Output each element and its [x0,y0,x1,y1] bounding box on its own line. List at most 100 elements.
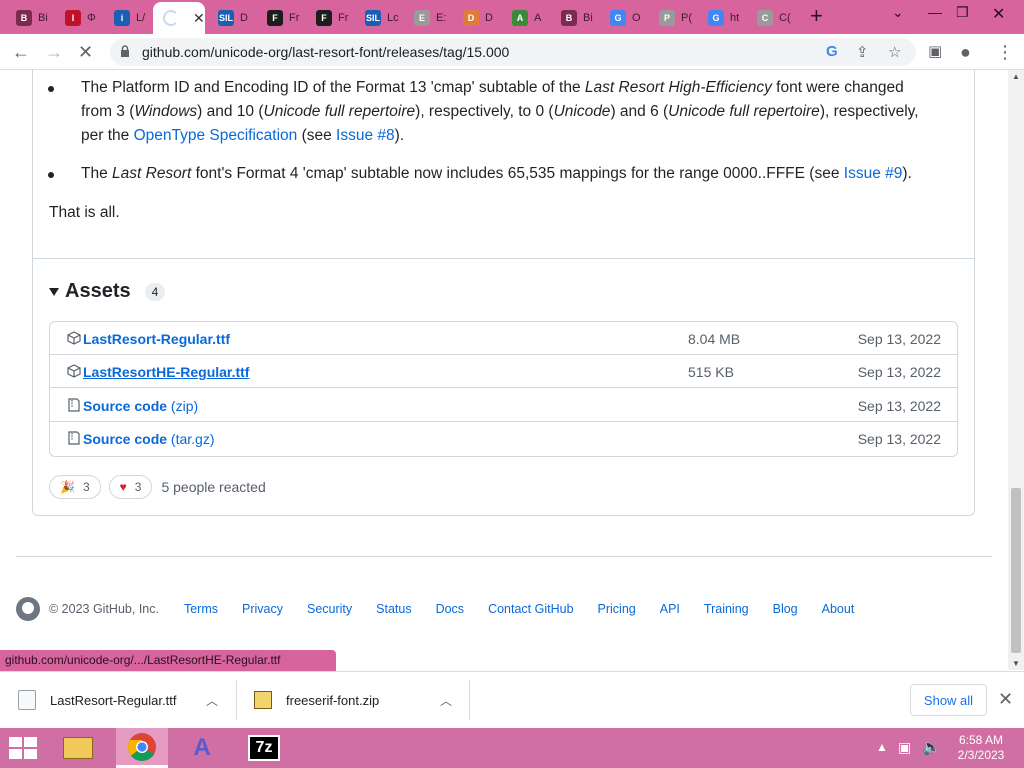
minimize-button[interactable]: — [928,4,942,20]
footer-link-api[interactable]: API [660,602,680,616]
footer-link-pricing[interactable]: Pricing [598,602,636,616]
windows-start-icon[interactable] [8,736,38,760]
network-icon[interactable]: ▣ [898,739,911,768]
copyright: © 2023 GitHub, Inc. [49,602,159,616]
footer-link-docs[interactable]: Docs [436,602,464,616]
browser-tab[interactable]: C C( [747,4,796,32]
browser-tab[interactable]: F Fr [306,4,355,32]
address-bar[interactable]: github.com/unicode-org/last-resort-font/… [110,38,916,66]
chevron-up-icon[interactable]: ︿ [440,692,452,709]
note-text: ) and 6 ( [610,103,669,120]
browser-tab[interactable]: i L/ [104,4,153,32]
browser-tab[interactable]: Ght [698,4,747,32]
footer-link-privacy[interactable]: Privacy [242,602,283,616]
download-item[interactable]: freeserif-font.zip ︿ [254,672,468,728]
scroll-down-arrow-icon[interactable]: ▼ [1012,659,1020,668]
download-separator [236,680,237,720]
file-explorer-icon[interactable] [52,728,104,768]
vertical-scrollbar[interactable]: ▲ ▼ [1008,70,1024,670]
bookmark-star-icon[interactable]: ☆ [888,43,901,61]
footer-link-blog[interactable]: Blog [773,602,798,616]
asset-size: 515 KB [688,364,734,380]
release-note-item: The Platform ID and Encoding ID of the F… [48,76,928,148]
font-file-icon [18,690,36,710]
forward-button[interactable]: → [45,42,63,62]
download-item[interactable]: LastResort-Regular.ttf ︿ [18,672,238,728]
asset-link[interactable]: LastResort-Regular.ttf [83,331,230,347]
download-shelf: LastResort-Regular.ttf ︿ freeserif-font.… [0,671,1024,728]
note-text: ). [902,165,912,182]
menu-kebab-icon[interactable]: ⋮ [996,42,1014,62]
footer-link-terms[interactable]: Terms [184,602,218,616]
show-all-downloads-button[interactable]: Show all [910,684,987,716]
browser-tab[interactable]: B Bi [551,4,600,32]
close-window-button[interactable]: ✕ [992,4,1005,24]
footer-link-contact-github[interactable]: Contact GitHub [488,602,573,616]
close-shelf-icon[interactable]: ✕ [998,689,1013,710]
assets-toggle[interactable]: Assets 4 [49,280,166,303]
browser-tab[interactable]: B Bi [6,4,55,32]
browser-tab[interactable]: SIL Lc [355,4,404,32]
browser-tab[interactable]: AA [502,4,551,32]
profile-avatar-icon[interactable]: ● [960,42,971,62]
browser-tab-active[interactable]: ✕ [153,2,205,34]
tab-favicon-icon: D [463,10,479,26]
chrome-taskbar-icon[interactable] [116,728,168,768]
browser-tab[interactable]: GO [600,4,649,32]
clock-date: 2/3/2023 [957,748,1005,762]
footer-divider [16,556,992,557]
browser-tab[interactable]: SIL D [208,4,257,32]
scrollbar-thumb[interactable] [1011,488,1021,653]
chevron-up-icon[interactable]: ︿ [206,692,218,709]
note-text: (see [297,127,337,144]
tab-title: Lc [387,12,399,24]
tab-title: A [534,12,542,24]
asset-date: Sep 13, 2022 [857,331,941,347]
chrome-icon [128,732,156,761]
footer-link-about[interactable]: About [822,602,855,616]
note-emphasis: Unicode [553,103,611,120]
volume-icon[interactable]: 🔈 [922,738,941,768]
browser-tab[interactable]: F Fr [257,4,306,32]
browser-tab[interactable]: P P( [649,4,698,32]
tab-favicon-icon: G [610,10,626,26]
assets-heading: Assets [65,280,131,302]
reaction-tada-button[interactable]: 🎉 3 [49,475,101,499]
asset-name: Source code [83,398,168,414]
browser-tab[interactable]: DD [453,4,502,32]
scroll-up-arrow-icon[interactable]: ▲ [1012,72,1020,81]
tab-title: Fr [338,12,349,24]
back-button[interactable]: ← [12,42,30,62]
tray-overflow-icon[interactable]: ▲ [876,740,888,768]
side-panel-icon[interactable]: ▣ [928,42,942,62]
asset-link[interactable]: Source code (tar.gz) [83,431,215,447]
page-content: The Platform ID and Encoding ID of the F… [0,70,1008,670]
close-tab-icon[interactable]: ✕ [193,10,205,27]
release-note-item: The Last Resort font's Format 4 'cmap' s… [48,162,928,186]
footer-link-status[interactable]: Status [376,602,411,616]
opentype-spec-link[interactable]: OpenType Specification [134,127,298,144]
browser-tab[interactable]: E E: [404,4,453,32]
browser-tab[interactable]: IΦ [55,4,104,32]
font-app-icon[interactable]: A [176,728,228,768]
issue-8-link[interactable]: Issue #8 [336,127,395,144]
system-clock[interactable]: 6:58 AM 2/3/2023 [945,733,1017,763]
google-translate-icon[interactable]: G [826,43,838,60]
issue-9-link[interactable]: Issue #9 [844,165,903,182]
new-tab-button[interactable]: + [810,5,823,27]
github-logo-icon[interactable] [16,597,40,621]
7zip-icon[interactable]: 7z [238,728,290,768]
zip-archive-icon [254,691,272,709]
tab-title: Fr [289,12,300,24]
restore-button[interactable]: ❐ [956,4,969,21]
reaction-heart-button[interactable]: ♥ 3 [108,475,153,499]
tab-search-icon[interactable]: ⌄ [892,4,904,21]
asset-link[interactable]: Source code (zip) [83,398,198,414]
footer-link-security[interactable]: Security [307,602,352,616]
release-note-text: The Last Resort font's Format 4 'cmap' s… [81,162,928,186]
share-icon[interactable]: ⇪ [856,43,869,61]
footer-link-training[interactable]: Training [704,602,749,616]
asset-suffix: (tar.gz) [167,431,215,447]
asset-link[interactable]: LastResortHE-Regular.ttf [83,364,249,380]
stop-loading-button[interactable]: ✕ [78,42,93,62]
